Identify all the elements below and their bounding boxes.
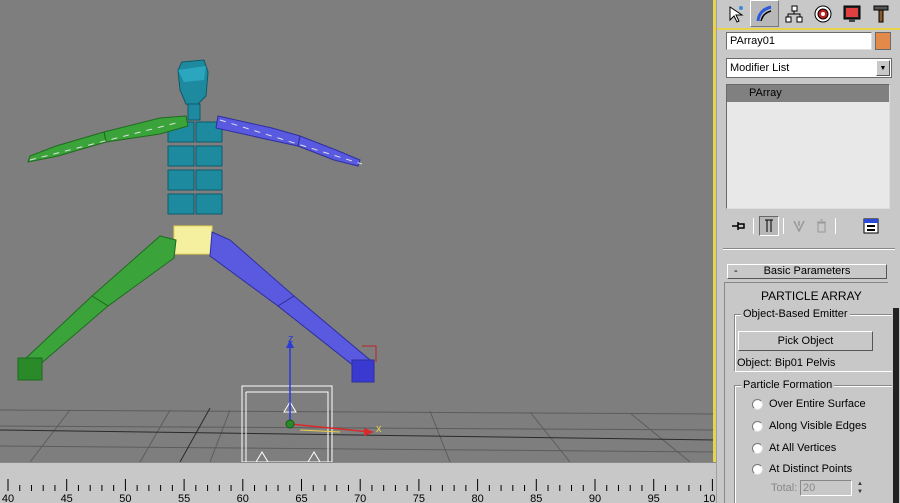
- biped-right-arm: [215, 115, 361, 167]
- hierarchy-tab[interactable]: [779, 0, 808, 27]
- pin-icon: [732, 222, 745, 230]
- total-spinner-field[interactable]: 20: [800, 480, 852, 496]
- motion-tab[interactable]: [808, 0, 837, 27]
- ruler-tick-label: 70: [354, 493, 367, 503]
- home-grid: [0, 409, 716, 462]
- perspective-viewport[interactable]: z x: [0, 0, 716, 462]
- biped-left-leg: [17, 235, 177, 381]
- command-panel: PArray01 Modifier List ▼ PArray - Basic …: [716, 0, 900, 503]
- object-based-emitter-group: Object-Based Emitter Pick Object Object:…: [734, 308, 895, 372]
- hierarchy-icon: [785, 5, 802, 22]
- basic-parameters-rollout: PARTICLE ARRAY Object-Based Emitter Pick…: [724, 282, 895, 503]
- ruler-tick-label: 85: [530, 493, 543, 503]
- ruler-tick-label: 75: [412, 493, 426, 503]
- option-over-entire-surface: Over Entire Surface: [769, 398, 866, 410]
- modify-icon: [756, 5, 771, 21]
- dropdown-arrow-icon[interactable]: ▼: [876, 60, 890, 76]
- object-name-field[interactable]: PArray01: [726, 32, 872, 50]
- particle-formation-title: Particle Formation: [741, 379, 835, 391]
- gizmo-z-label: z: [288, 333, 294, 345]
- radio-at-distinct-points[interactable]: [752, 464, 763, 475]
- pick-object-button[interactable]: Pick Object: [738, 331, 873, 351]
- trash-icon: [817, 219, 826, 233]
- show-end-result-icon: [765, 219, 773, 232]
- particle-formation-group: Particle Formation Over Entire Surface A…: [734, 379, 895, 503]
- viewport-canvas[interactable]: z x: [0, 0, 716, 462]
- biped-right-leg: [209, 231, 375, 383]
- biped-torso: [167, 121, 223, 215]
- total-label: Total:: [771, 482, 798, 494]
- object-color-swatch[interactable]: [875, 32, 891, 50]
- particle-array-title: PARTICLE ARRAY: [761, 289, 862, 303]
- tabbar-underline: [717, 28, 900, 30]
- biped-pelvis[interactable]: [173, 225, 213, 255]
- radio-at-all-vertices[interactable]: [752, 443, 763, 454]
- rollout-collapse-icon: -: [734, 265, 738, 277]
- modifier-list-label: Modifier List: [730, 62, 790, 74]
- ruler-tick-label: 60: [236, 493, 249, 503]
- total-spinner-arrows[interactable]: ▲ ▼: [855, 480, 865, 496]
- remove-modifier-button[interactable]: [811, 216, 831, 236]
- stack-toolbar: [729, 216, 893, 238]
- biped-left-arm: [27, 115, 189, 163]
- gizmo-x-label: x: [376, 423, 382, 435]
- ruler-tick-label: 50: [119, 493, 132, 503]
- radio-along-visible-edges[interactable]: [752, 421, 763, 432]
- ruler-tick-label: 45: [60, 493, 73, 503]
- create-tab[interactable]: [721, 0, 750, 27]
- display-tab[interactable]: [837, 0, 866, 27]
- show-end-result-button[interactable]: [759, 216, 779, 236]
- option-at-distinct-points: At Distinct Points: [769, 463, 853, 475]
- modifier-stack[interactable]: PArray: [726, 84, 890, 209]
- pin-stack-button[interactable]: [729, 216, 749, 236]
- ruler-tick-label: 65: [295, 493, 308, 503]
- ruler-tick-label: 55: [177, 493, 191, 503]
- ruler-tick-label: 95: [647, 493, 660, 503]
- panel-scrollbar-thumb[interactable]: [893, 308, 899, 503]
- utilities-tab[interactable]: [866, 0, 895, 27]
- basic-parameters-rollout-header[interactable]: - Basic Parameters: [727, 264, 887, 279]
- biped-head: [177, 59, 209, 121]
- object-based-emitter-title: Object-Based Emitter: [741, 308, 850, 320]
- rollout-title: Basic Parameters: [763, 265, 851, 277]
- configure-icon: [863, 218, 879, 234]
- timeline-ruler[interactable]: 40 45 50 55 60 65 70 75 80 85 90 95 100: [0, 462, 722, 503]
- command-panel-tabs: [721, 0, 899, 27]
- ruler-tick-label: 40: [1, 493, 15, 503]
- option-at-all-vertices: At All Vertices: [769, 442, 837, 454]
- utilities-icon: [873, 5, 888, 22]
- make-unique-icon: [793, 220, 805, 233]
- modifier-list-dropdown[interactable]: Modifier List ▼: [726, 58, 892, 78]
- radio-over-entire-surface[interactable]: [752, 399, 763, 410]
- display-icon: [843, 5, 860, 22]
- ruler-tick-label: 90: [588, 493, 602, 503]
- ruler-tick-label: 80: [471, 493, 484, 503]
- emitter-object-label: Object: Bip01 Pelvis: [737, 357, 836, 369]
- stack-item-parray[interactable]: PArray: [727, 85, 889, 102]
- motion-icon: [814, 5, 831, 22]
- modify-tab[interactable]: [750, 0, 779, 27]
- make-unique-button[interactable]: [789, 216, 809, 236]
- create-icon: [729, 5, 744, 23]
- option-along-visible-edges: Along Visible Edges: [769, 420, 867, 432]
- configure-modifier-sets-button[interactable]: [861, 216, 881, 236]
- panel-divider: [723, 248, 895, 250]
